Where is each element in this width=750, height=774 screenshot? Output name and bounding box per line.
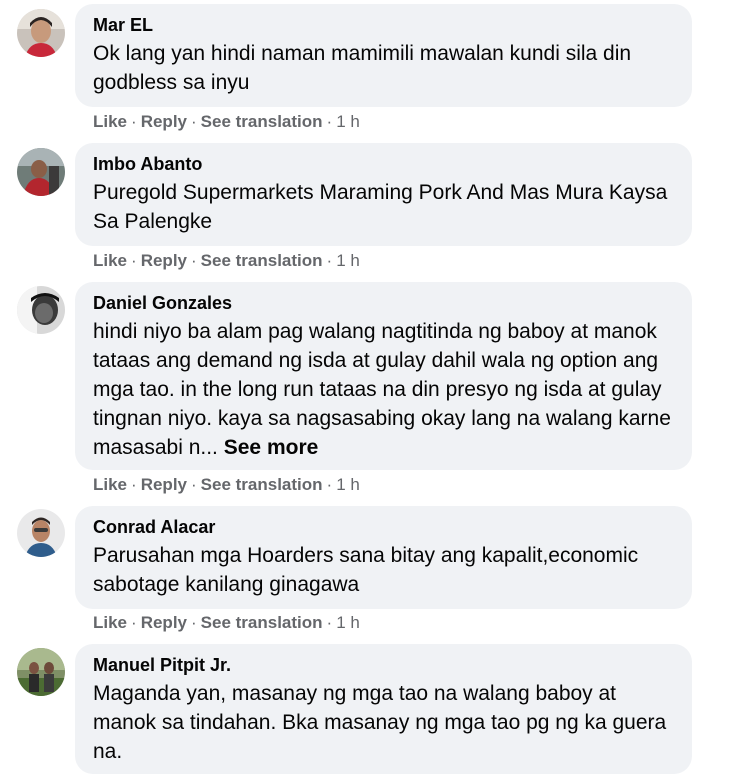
see-translation-button[interactable]: See translation <box>201 613 323 632</box>
see-more-link[interactable]: See more <box>224 436 319 459</box>
avatar[interactable] <box>17 509 65 557</box>
comment-text-body: hindi niyo ba alam pag walang nagtitinda… <box>93 320 671 459</box>
see-translation-button[interactable]: See translation <box>201 112 323 131</box>
avatar[interactable] <box>17 286 65 334</box>
like-button[interactable]: Like <box>93 475 127 494</box>
comment-text: Parusahan mga Hoarders sana bitay ang ka… <box>93 544 639 596</box>
comment-actions: Like · Reply · See translation · 1 h <box>93 112 360 131</box>
comment-timestamp[interactable]: 1 h <box>336 613 360 632</box>
comment-author[interactable]: Manuel Pitpit Jr. <box>93 654 674 676</box>
reply-button[interactable]: Reply <box>141 251 187 270</box>
see-translation-button[interactable]: See translation <box>201 475 323 494</box>
comment-bubble: Daniel Gonzales hindi niyo ba alam pag w… <box>75 282 692 470</box>
comment-text: Maganda yan, masanay ng mga tao na walan… <box>93 682 667 763</box>
comment-timestamp[interactable]: 1 h <box>336 251 360 270</box>
avatar[interactable] <box>17 648 65 696</box>
comment-bubble: Manuel Pitpit Jr. Maganda yan, masanay n… <box>75 644 692 774</box>
like-button[interactable]: Like <box>93 613 127 632</box>
comment-author[interactable]: Daniel Gonzales <box>93 292 674 314</box>
comment-author[interactable]: Imbo Abanto <box>93 153 674 175</box>
reply-button[interactable]: Reply <box>141 475 187 494</box>
comment-actions: Like · Reply · See translation · 1 h <box>93 613 360 632</box>
comment-actions: Like · Reply · See translation · 1 h <box>93 251 360 270</box>
comment-text: Ok lang yan hindi naman mamimili mawalan… <box>93 42 632 94</box>
comment-timestamp[interactable]: 1 h <box>336 475 360 494</box>
reply-button[interactable]: Reply <box>141 112 187 131</box>
comment-bubble: Conrad Alacar Parusahan mga Hoarders san… <box>75 506 692 609</box>
comment-text: hindi niyo ba alam pag walang nagtitinda… <box>93 317 674 462</box>
avatar[interactable] <box>17 148 65 196</box>
comment-bubble: Mar EL Ok lang yan hindi naman mamimili … <box>75 4 692 107</box>
reply-button[interactable]: Reply <box>141 613 187 632</box>
comment-author[interactable]: Conrad Alacar <box>93 516 674 538</box>
comment-timestamp[interactable]: 1 h <box>336 112 360 131</box>
like-button[interactable]: Like <box>93 251 127 270</box>
like-button[interactable]: Like <box>93 112 127 131</box>
avatar[interactable] <box>17 9 65 57</box>
comment-text: Puregold Supermarkets Maraming Pork And … <box>93 181 668 233</box>
comment-actions: Like · Reply · See translation · 1 h <box>93 475 360 494</box>
see-translation-button[interactable]: See translation <box>201 251 323 270</box>
comment-author[interactable]: Mar EL <box>93 14 674 36</box>
comment-bubble: Imbo Abanto Puregold Supermarkets Marami… <box>75 143 692 246</box>
